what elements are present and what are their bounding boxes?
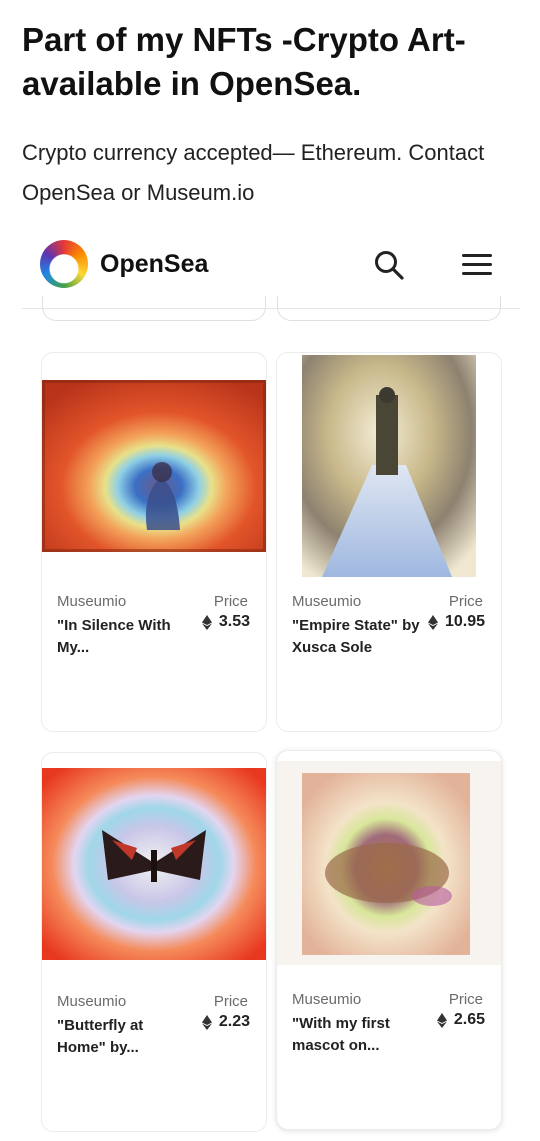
nft-card[interactable]: Museumio Price "In Silence With My... 3.… bbox=[41, 352, 267, 732]
creator-name[interactable]: Museumio bbox=[292, 593, 361, 610]
price-label: Price bbox=[448, 593, 483, 610]
nft-title[interactable]: "In Silence With My... bbox=[57, 615, 187, 659]
opensea-logo-icon[interactable] bbox=[40, 240, 88, 288]
nft-title[interactable]: "Empire State" by Xusca Sole bbox=[292, 615, 422, 659]
previous-card-bottom bbox=[42, 296, 266, 321]
ethereum-icon bbox=[427, 614, 438, 630]
page-subtitle: Crypto currency accepted— Ethereum. Cont… bbox=[22, 140, 485, 205]
nft-artwork-image[interactable] bbox=[42, 768, 266, 960]
brand-name[interactable]: OpenSea bbox=[100, 250, 208, 279]
nft-artwork-image[interactable] bbox=[277, 761, 501, 965]
price-label: Price bbox=[213, 993, 248, 1010]
nft-artwork-image[interactable] bbox=[42, 377, 266, 555]
page-heading: Part of my NFTs -Crypto Art- available i… bbox=[22, 21, 466, 102]
nft-artwork-image[interactable] bbox=[302, 355, 476, 577]
price-amount: 10.95 bbox=[444, 613, 485, 630]
price-label: Price bbox=[448, 991, 483, 1008]
creator-name[interactable]: Museumio bbox=[57, 993, 126, 1010]
ethereum-icon bbox=[436, 1012, 447, 1028]
price-value: 3.53 bbox=[201, 613, 250, 631]
price-value: 10.95 bbox=[427, 613, 485, 631]
previous-card-bottom bbox=[277, 296, 501, 321]
price-amount: 3.53 bbox=[218, 613, 250, 630]
price-value: 2.65 bbox=[436, 1011, 485, 1029]
ethereum-icon bbox=[201, 1014, 212, 1030]
price-label: Price bbox=[213, 593, 248, 610]
hamburger-menu-icon[interactable] bbox=[460, 250, 494, 280]
nft-title[interactable]: "Butterfly at Home" by... bbox=[57, 1015, 187, 1059]
ethereum-icon bbox=[201, 614, 212, 630]
creator-name[interactable]: Museumio bbox=[292, 991, 361, 1008]
nft-card[interactable]: Museumio Price "With my first mascot on.… bbox=[276, 750, 502, 1130]
creator-name[interactable]: Museumio bbox=[57, 593, 126, 610]
price-amount: 2.65 bbox=[453, 1011, 485, 1028]
price-amount: 2.23 bbox=[218, 1013, 250, 1030]
nft-card[interactable]: Museumio Price "Empire State" by Xusca S… bbox=[276, 352, 502, 732]
nft-card[interactable]: Museumio Price "Butterfly at Home" by...… bbox=[41, 752, 267, 1132]
price-value: 2.23 bbox=[201, 1013, 250, 1031]
search-icon[interactable] bbox=[372, 248, 406, 282]
nft-title[interactable]: "With my first mascot on... bbox=[292, 1013, 422, 1057]
